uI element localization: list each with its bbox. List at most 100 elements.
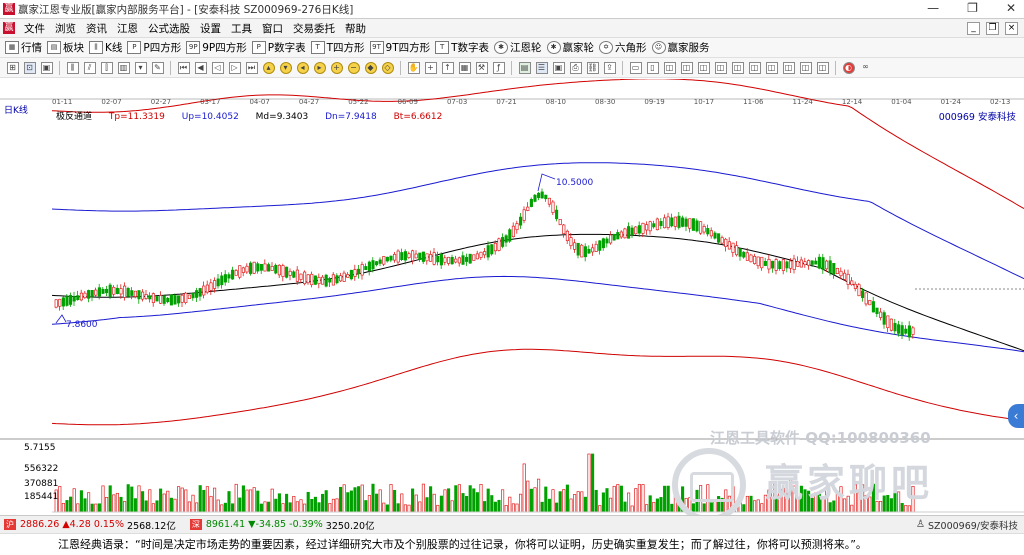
t-square-icon: T — [310, 41, 325, 54]
layout10-icon[interactable]: ◫ — [816, 61, 829, 74]
crosshair-icon[interactable]: + — [424, 61, 437, 74]
calendar-icon[interactable]: ▦ — [458, 61, 471, 74]
bar-tool-icon[interactable]: ⫽ — [83, 61, 96, 74]
toolbar-t-table-button[interactable]: T T数字表 — [435, 40, 489, 55]
toolbar-p-square-button[interactable]: P P四方形 — [127, 40, 181, 55]
menu-settings[interactable]: 设置 — [195, 21, 226, 36]
child-minimize-button[interactable]: _ — [967, 21, 980, 35]
volume-bar — [465, 495, 469, 513]
layout9-icon[interactable]: ◫ — [799, 61, 812, 74]
menu-gann[interactable]: 江恩 — [112, 21, 143, 36]
cursor-tool-icon[interactable]: ⊞ — [6, 61, 19, 74]
table-icon[interactable]: ▤ — [518, 61, 531, 74]
ruler-icon[interactable]: ⚒ — [475, 61, 488, 74]
layout3-icon[interactable]: ◫ — [697, 61, 710, 74]
minimize-button[interactable]: — — [927, 1, 939, 15]
price-candle — [148, 295, 152, 300]
menu-file[interactable]: 文件 — [19, 21, 50, 36]
layout1-icon[interactable]: ◫ — [663, 61, 676, 74]
save-icon[interactable]: ▣ — [552, 61, 565, 74]
layout7-icon[interactable]: ◫ — [765, 61, 778, 74]
toolbar-winner-wheel-button[interactable]: ✱ 赢家轮 — [546, 40, 594, 55]
menu-tools[interactable]: 工具 — [226, 21, 257, 36]
price-candle — [436, 255, 440, 263]
volume-bar — [198, 485, 202, 513]
toolbar-9t-square-button[interactable]: 9T 9T四方形 — [369, 40, 430, 55]
layout5-icon[interactable]: ◫ — [731, 61, 744, 74]
last-bar-icon[interactable]: ⏭ — [245, 61, 258, 74]
pen-tool-icon[interactable]: ✎ — [151, 61, 164, 74]
price-candle — [504, 235, 508, 243]
step-back-icon[interactable]: ◁ — [211, 61, 224, 74]
toolbar-quotes-button[interactable]: ▦ 行情 — [5, 40, 42, 55]
right-arrow-icon[interactable]: ▸ — [313, 61, 326, 74]
close-button[interactable]: ✕ — [1006, 1, 1016, 15]
price-candle — [87, 290, 91, 299]
dropdown-icon[interactable]: ▾ — [134, 61, 147, 74]
volume-bar — [137, 485, 141, 513]
window-icon[interactable]: ▭ — [629, 61, 642, 74]
menu-help[interactable]: 帮助 — [340, 21, 371, 36]
zoom-tool-icon[interactable]: ⊡ — [23, 61, 36, 74]
toolbar-sector-button[interactable]: ▤ 板块 — [47, 40, 84, 55]
link-icon[interactable]: ⛓ — [586, 61, 599, 74]
fill-tool-icon[interactable]: ▥ — [117, 61, 130, 74]
kline-chart[interactable]: 10.5000 7.8600 — [0, 79, 1024, 515]
volume-bar — [281, 503, 285, 513]
shrink-icon[interactable]: ◇ — [381, 61, 394, 74]
prev-page-icon[interactable]: ◀ — [194, 61, 207, 74]
menu-trade[interactable]: 交易委托 — [288, 21, 340, 36]
period-label[interactable]: 日K线 — [4, 103, 28, 116]
sh-index[interactable]: 沪 2886.26 ▲4.28 0.15% 2568.12亿 — [4, 518, 176, 532]
volume-bar — [612, 485, 616, 513]
child-close-button[interactable]: × — [1005, 21, 1018, 35]
candle-tool-icon[interactable]: ⫼ — [66, 61, 79, 74]
step-forward-icon[interactable]: ▷ — [228, 61, 241, 74]
layout8-icon[interactable]: ◫ — [782, 61, 795, 74]
volume-bar — [76, 503, 80, 513]
expand-icon[interactable]: ◆ — [364, 61, 377, 74]
color-wheel-icon[interactable]: ◐ — [842, 61, 855, 74]
menu-app-icon[interactable]: 赢 — [3, 22, 15, 34]
toolbar-hexagon-button[interactable]: ✡ 六角形 — [599, 40, 647, 55]
price-candle — [886, 315, 890, 329]
toolbar-kline-button[interactable]: ⫼ K线 — [89, 40, 122, 55]
toolbar-service-button[interactable]: ☺ 赢家服务 — [651, 40, 710, 55]
line-tool-icon[interactable]: ⫿ — [100, 61, 113, 74]
left-arrow-icon[interactable]: ◂ — [296, 61, 309, 74]
print-icon[interactable]: ⎙ — [569, 61, 582, 74]
chart-tool-icon[interactable]: ▣ — [40, 61, 53, 74]
volume-axis-label: 185441 — [24, 492, 59, 502]
arrow-up-tool-icon[interactable]: ↑ — [441, 61, 454, 74]
zoom-out-icon[interactable]: − — [347, 61, 360, 74]
first-bar-icon[interactable]: ⏮ — [177, 61, 190, 74]
book-icon[interactable]: ▯ — [646, 61, 659, 74]
up-arrow-icon[interactable]: ▴ — [262, 61, 275, 74]
side-expand-button[interactable]: ‹ — [1008, 404, 1024, 428]
volume-bar — [663, 485, 667, 513]
hand-tool-icon[interactable]: ✋ — [407, 61, 420, 74]
date-tick-label: 06-09 — [397, 98, 418, 106]
child-restore-button[interactable]: ❐ — [986, 21, 999, 35]
menu-window[interactable]: 窗口 — [257, 21, 288, 36]
menu-browse[interactable]: 浏览 — [50, 21, 81, 36]
infinity-icon[interactable]: ∞ — [860, 62, 872, 74]
zoom-in-icon[interactable]: + — [330, 61, 343, 74]
down-arrow-icon[interactable]: ▾ — [279, 61, 292, 74]
menu-formula[interactable]: 公式选股 — [143, 21, 195, 36]
formula-icon[interactable]: ƒ — [492, 61, 505, 74]
toolbar-p-table-button[interactable]: P P数字表 — [251, 40, 306, 55]
volume-bar — [457, 484, 461, 513]
layout4-icon[interactable]: ◫ — [714, 61, 727, 74]
sz-index[interactable]: 深 8961.41 ▼-34.85 -0.39% 3250.20亿 — [189, 518, 375, 532]
maximize-button[interactable]: ❐ — [967, 1, 978, 15]
toolbar-gann-wheel-button[interactable]: ✱ 江恩轮 — [494, 40, 542, 55]
menu-info[interactable]: 资讯 — [81, 21, 112, 36]
export-icon[interactable]: ⇪ — [603, 61, 616, 74]
layout2-icon[interactable]: ◫ — [680, 61, 693, 74]
toolbar-9p-square-button[interactable]: 9P 9P四方形 — [186, 40, 247, 55]
toolbar-t-square-button[interactable]: T T四方形 — [310, 40, 365, 55]
layout6-icon[interactable]: ◫ — [748, 61, 761, 74]
kline-chart-svg[interactable]: 10.5000 7.8600 — [0, 79, 1024, 515]
list-icon[interactable]: ☰ — [535, 61, 548, 74]
